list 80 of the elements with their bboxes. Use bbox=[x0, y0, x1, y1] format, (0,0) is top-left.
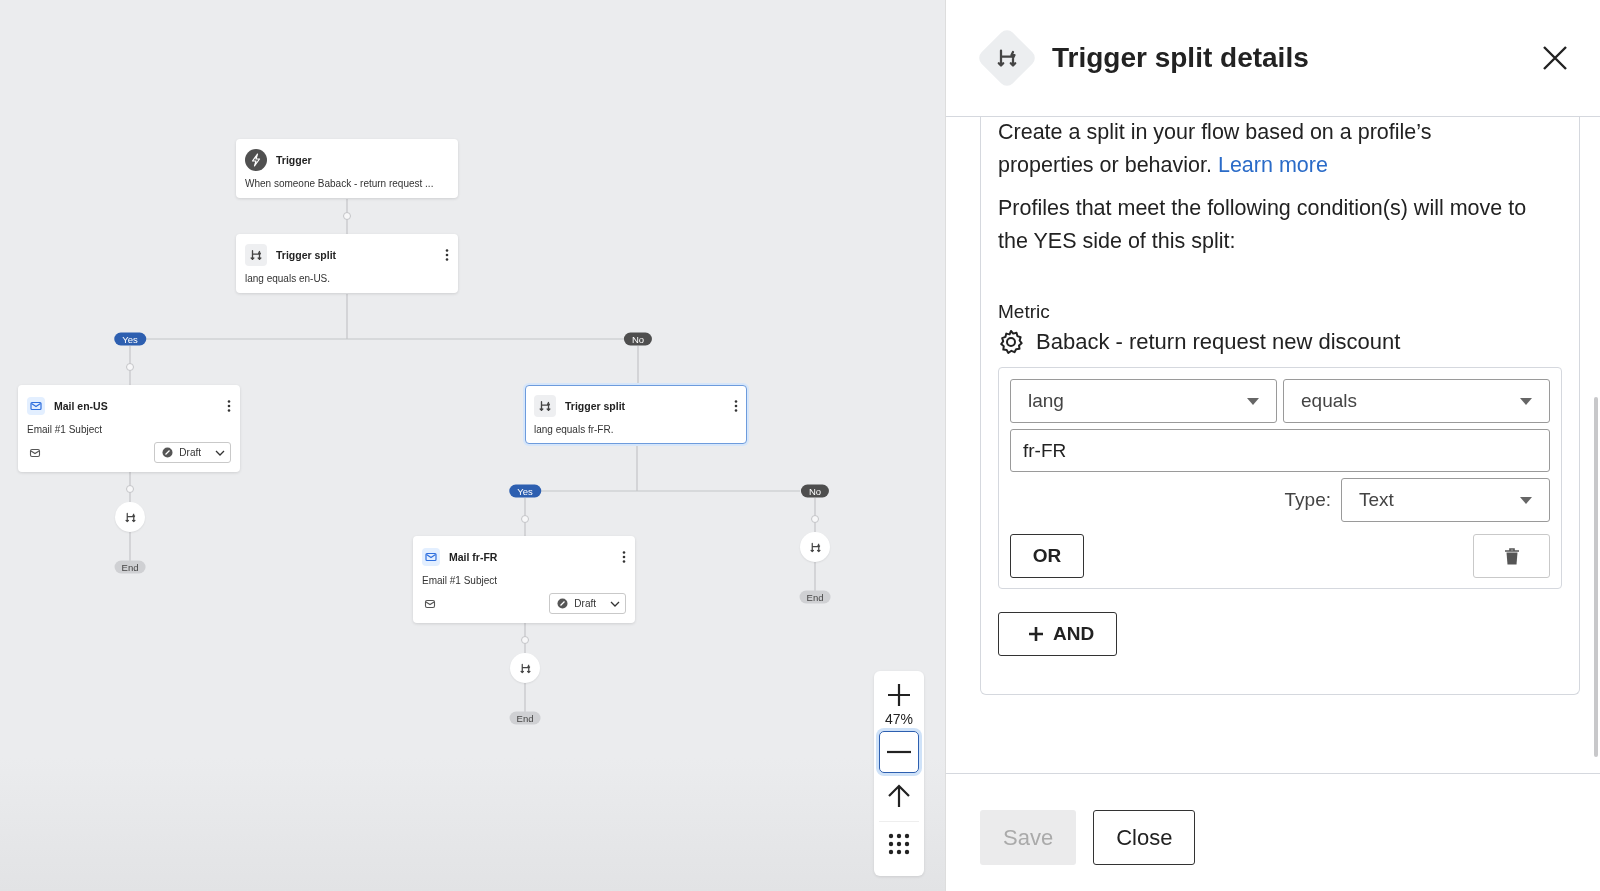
add-step-button[interactable] bbox=[800, 532, 830, 562]
flow-node-card[interactable]: Mail fr-FR Email #1 Subject Draft bbox=[413, 536, 635, 623]
panel-title: Trigger split details bbox=[1052, 42, 1310, 74]
caret-icon bbox=[1247, 397, 1259, 405]
flow-node-card[interactable]: Trigger split lang equals fr-FR. bbox=[525, 385, 747, 444]
node-description: Email #1 Subject bbox=[27, 424, 104, 435]
type-label: Type: bbox=[1284, 489, 1331, 511]
status-dropdown[interactable]: Draft bbox=[549, 593, 626, 614]
property-dropdown[interactable]: lang bbox=[1010, 379, 1277, 423]
learn-more-link[interactable]: Learn more bbox=[1217, 153, 1328, 177]
grid-dots-icon bbox=[888, 833, 910, 855]
or-button[interactable]: OR bbox=[1010, 534, 1084, 578]
envelope-icon bbox=[422, 548, 440, 566]
metric-name: Baback - return request new discount bbox=[1036, 329, 1401, 355]
branch-label: Yes bbox=[509, 484, 541, 498]
connector-dot bbox=[521, 636, 529, 644]
metric-label: Metric bbox=[998, 301, 1051, 323]
connector-dot bbox=[811, 515, 819, 523]
zoom-out-button[interactable] bbox=[879, 731, 919, 773]
status-dropdown[interactable]: Draft bbox=[154, 442, 231, 463]
minus-icon bbox=[887, 750, 911, 754]
plus-icon bbox=[887, 683, 911, 707]
connector-dot bbox=[343, 212, 351, 220]
more-options-icon[interactable] bbox=[734, 400, 738, 412]
connector-dot bbox=[126, 485, 134, 493]
branch-label: No bbox=[800, 484, 830, 498]
node-title: Trigger split bbox=[276, 249, 338, 261]
more-options-icon[interactable] bbox=[227, 400, 231, 412]
branch-label: No bbox=[623, 332, 653, 346]
end-label: End bbox=[114, 560, 146, 574]
end-label: End bbox=[509, 711, 541, 725]
node-title: Mail fr-FR bbox=[449, 551, 499, 563]
node-description: lang equals fr-FR. bbox=[534, 424, 615, 435]
branch-label: Yes bbox=[114, 332, 146, 346]
node-description: Email #1 Subject bbox=[422, 575, 499, 586]
condition-intro-text: Profiles that meet the following condition(s) will move to the YES side of this split: bbox=[998, 195, 1528, 255]
draft-icon bbox=[557, 598, 569, 609]
arrow-up-icon bbox=[888, 784, 910, 808]
scrollbar-thumb[interactable] bbox=[1594, 397, 1598, 757]
close-icon bbox=[1543, 46, 1567, 70]
caret-icon bbox=[1520, 397, 1532, 405]
trash-icon bbox=[1504, 547, 1519, 565]
chevron-icon bbox=[215, 449, 225, 456]
value-input-field[interactable]: fr-FR bbox=[1010, 429, 1550, 472]
lightning-icon bbox=[245, 149, 267, 171]
split-icon bbox=[518, 661, 532, 675]
split-icon bbox=[249, 248, 263, 262]
node-description: lang equals en-US. bbox=[245, 273, 332, 284]
gear-icon bbox=[998, 329, 1024, 355]
node-title: Mail en-US bbox=[54, 400, 109, 412]
chevron-icon bbox=[610, 600, 620, 607]
end-label: End bbox=[799, 590, 831, 604]
connector-dot bbox=[521, 515, 529, 523]
email-preview-icon bbox=[29, 446, 41, 459]
email-preview-icon bbox=[424, 597, 436, 610]
node-title: Trigger bbox=[276, 154, 313, 166]
delete-button[interactable] bbox=[1473, 534, 1550, 578]
close-button[interactable]: Close bbox=[1093, 810, 1196, 865]
caret-icon bbox=[1520, 496, 1532, 504]
add-step-button[interactable] bbox=[510, 653, 540, 683]
plus-icon bbox=[1029, 627, 1043, 641]
zoom-level-text: 47% bbox=[885, 711, 913, 727]
operator-dropdown[interactable]: equals bbox=[1283, 379, 1550, 423]
envelope-icon bbox=[27, 397, 45, 415]
flow-node-card[interactable]: Mail en-US Email #1 Subject Draft bbox=[18, 385, 240, 472]
node-description: When someone Baback - return request ... bbox=[245, 178, 435, 189]
draft-icon bbox=[162, 447, 174, 458]
type-dropdown[interactable]: Text bbox=[1341, 478, 1550, 522]
split-icon bbox=[808, 540, 822, 554]
split-icon bbox=[123, 510, 137, 524]
more-options-icon[interactable] bbox=[445, 249, 449, 261]
and-button[interactable]: AND bbox=[998, 612, 1118, 656]
flow-node-card[interactable]: Trigger When someone Baback - return request ... bbox=[236, 139, 458, 198]
more-options-icon[interactable] bbox=[622, 551, 626, 563]
connector-dot bbox=[126, 363, 134, 371]
node-title: Trigger split bbox=[565, 400, 627, 412]
split-icon bbox=[538, 399, 552, 413]
flow-node-card[interactable]: Trigger split lang equals en-US. bbox=[236, 234, 458, 293]
description-text: Create a split in your flow based on a profile’s properties or behavior. Learn more bbox=[998, 119, 1433, 179]
add-step-button[interactable] bbox=[115, 502, 145, 532]
